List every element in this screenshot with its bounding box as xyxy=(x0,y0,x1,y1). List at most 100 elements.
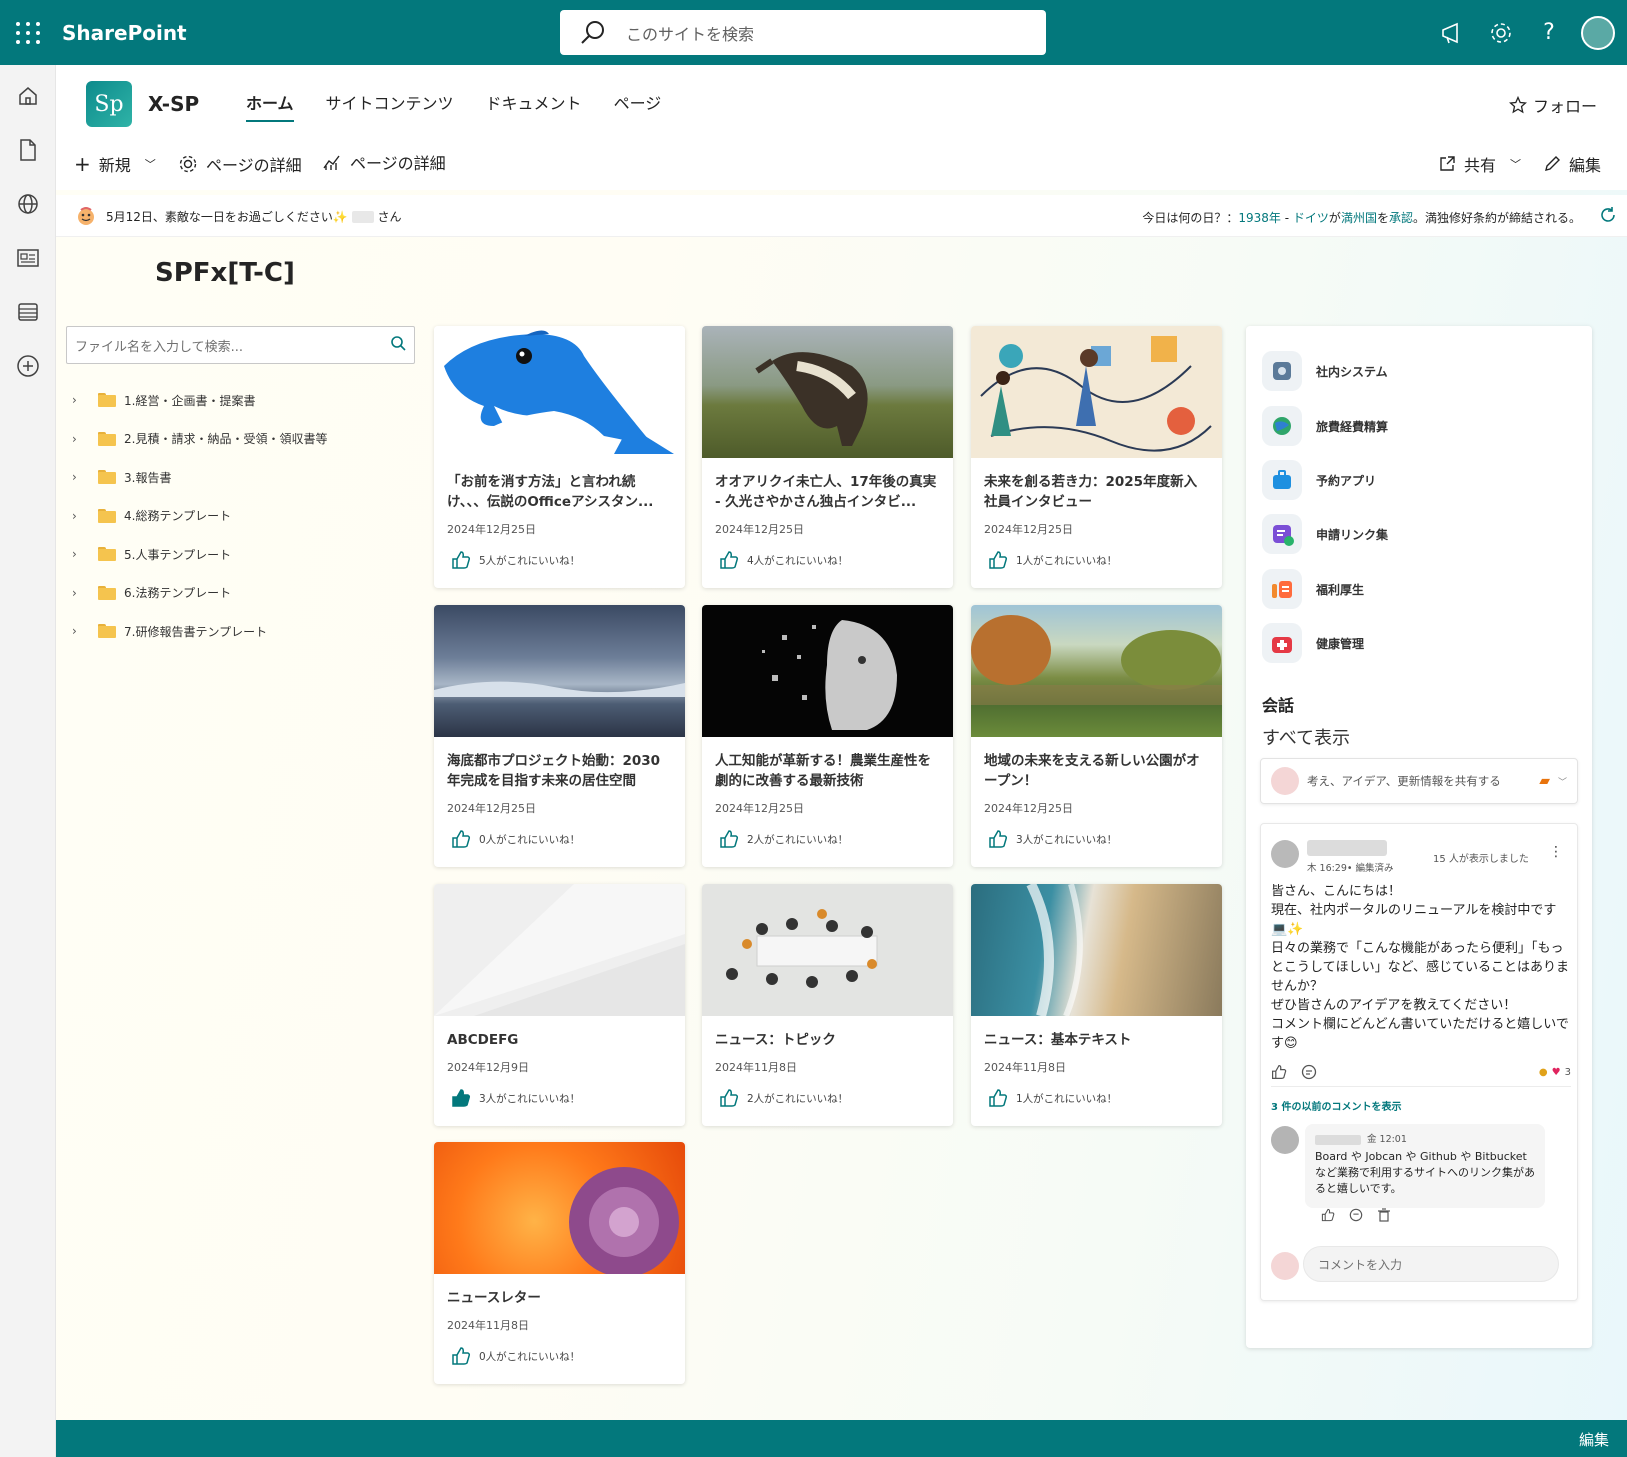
comment-input[interactable]: コメントを入力 xyxy=(1303,1246,1559,1282)
show-previous-comments-link[interactable]: 3 件の以前のコメントを表示 xyxy=(1271,1098,1401,1113)
share-thoughts-input[interactable]: 考え、アイデア、更新情報を共有する ▰ ﹀ xyxy=(1260,758,1578,804)
folder-tree-item[interactable]: › 7.研修報告書テンプレート xyxy=(72,612,327,651)
news-title[interactable]: 未来を創る若き力：2025年度新入社員インタビュー xyxy=(984,472,1209,512)
thumbs-up-icon[interactable] xyxy=(988,1089,1008,1107)
follow-button[interactable]: フォロー xyxy=(1508,93,1597,117)
news-title[interactable]: ABCDEFG xyxy=(447,1030,672,1050)
globe-icon[interactable] xyxy=(0,177,56,231)
today-country-link[interactable]: ドイツ xyxy=(1293,211,1329,225)
list-icon[interactable] xyxy=(0,285,56,339)
footer-edit-button[interactable]: 編集 xyxy=(1579,1429,1609,1450)
page-analytics-button[interactable]: ページの詳細 xyxy=(322,150,446,174)
site-search-box[interactable]: このサイトを検索 xyxy=(560,10,1046,55)
thumbs-up-icon[interactable] xyxy=(988,830,1008,848)
news-title[interactable]: ニュース：トピック xyxy=(715,1030,940,1050)
chevron-right-icon[interactable]: › xyxy=(72,624,92,638)
folder-tree-item[interactable]: › 6.法務テンプレート xyxy=(72,574,327,613)
chevron-down-icon[interactable]: ﹀ xyxy=(1558,775,1567,788)
news-title[interactable]: ニュースレター xyxy=(447,1288,672,1308)
chevron-right-icon[interactable]: › xyxy=(72,432,92,446)
thumbs-up-icon[interactable] xyxy=(451,1347,471,1365)
new-button[interactable]: + 新規 ﹀ xyxy=(74,152,156,176)
reaction-summary[interactable]: ● ♥ 3 xyxy=(1539,1067,1571,1078)
app-launcher-button[interactable] xyxy=(0,0,56,65)
news-card[interactable]: 海底都市プロジェクト始動：2030年完成を目指す未来の居住空間 2024年12月… xyxy=(434,605,685,867)
thumbs-up-icon[interactable] xyxy=(719,830,739,848)
news-card[interactable]: 地域の未来を支える新しい公園がオープン！ 2024年12月25日 3人がこれにい… xyxy=(971,605,1222,867)
news-card[interactable]: オオアリクイ未亡人、17年後の真実 - 久光さやかさん独占インタビ... 202… xyxy=(702,326,953,588)
folder-tree-item[interactable]: › 5.人事テンプレート xyxy=(72,535,327,574)
chevron-right-icon[interactable]: › xyxy=(72,586,92,600)
like-icon[interactable] xyxy=(1271,1064,1287,1080)
share-button[interactable]: 共有 ﹀ xyxy=(1438,152,1521,176)
thumbs-up-icon[interactable] xyxy=(719,1089,739,1107)
chevron-right-icon[interactable]: › xyxy=(72,509,92,523)
more-options-icon[interactable]: ⋮ xyxy=(1549,844,1563,860)
nav-home[interactable]: ホーム xyxy=(246,90,294,122)
news-card[interactable]: ニュース：基本テキスト 2024年11月8日 1人がこれにいいね！ xyxy=(971,884,1222,1126)
news-card[interactable]: 「お前を消す方法」と言われ続け、、、伝説のOfficeアシスタン... 2024… xyxy=(434,326,685,588)
reply-icon[interactable] xyxy=(1349,1208,1363,1222)
today-act-link[interactable]: 承認 xyxy=(1389,211,1413,225)
help-icon[interactable]: ? xyxy=(1525,9,1573,57)
news-icon[interactable] xyxy=(0,231,56,285)
site-logo[interactable]: Sp xyxy=(86,81,132,127)
edit-button[interactable]: 編集 xyxy=(1543,152,1601,176)
news-title[interactable]: ニュース：基本テキスト xyxy=(984,1030,1209,1050)
news-thumbnail-park xyxy=(971,605,1222,737)
folder-tree-item[interactable]: › 3.報告書 xyxy=(72,458,327,497)
site-name[interactable]: X-SP xyxy=(148,92,199,116)
globe-plane-icon xyxy=(1262,406,1302,446)
news-card[interactable]: 未来を創る若き力：2025年度新入社員インタビュー 2024年12月25日 1人… xyxy=(971,326,1222,588)
today-prefix: 今日は何の日？： xyxy=(1142,211,1239,225)
document-icon[interactable] xyxy=(0,123,56,177)
news-card[interactable]: ニュースレター 2024年11月8日 0人がこれにいいね！ xyxy=(434,1142,685,1384)
gear-icon[interactable] xyxy=(1477,9,1525,57)
chevron-right-icon[interactable]: › xyxy=(72,393,92,407)
user-avatar[interactable] xyxy=(1581,15,1615,50)
folder-tree-item[interactable]: › 4.総務テンプレート xyxy=(72,497,327,536)
folder-tree-item[interactable]: › 2.見積・請求・納品・受領・領収書等 xyxy=(72,420,327,459)
thumbs-up-icon[interactable] xyxy=(451,830,471,848)
chevron-right-icon[interactable]: › xyxy=(72,470,92,484)
quicklink-welfare[interactable]: 福利厚生 xyxy=(1262,569,1364,609)
quicklink-application-links[interactable]: 申請リンク集 xyxy=(1262,514,1388,554)
quicklink-internal-system[interactable]: 社内システム xyxy=(1262,351,1388,391)
thumbs-up-icon[interactable] xyxy=(719,551,739,569)
news-title[interactable]: オオアリクイ未亡人、17年後の真実 - 久光さやかさん独占インタビ... xyxy=(715,472,940,512)
news-title[interactable]: 人工知能が革新する！農業生産性を劇的に改善する最新技術 xyxy=(715,751,940,791)
see-all-link[interactable]: すべて表示 xyxy=(1262,724,1350,750)
refresh-icon[interactable] xyxy=(1599,206,1617,227)
megaphone-icon[interactable] xyxy=(1429,9,1477,57)
today-year-link[interactable]: 1938年 xyxy=(1238,211,1281,225)
chevron-right-icon[interactable]: › xyxy=(72,547,92,561)
nav-site-contents[interactable]: サイトコンテンツ xyxy=(326,90,454,122)
news-title[interactable]: 海底都市プロジェクト始動：2030年完成を目指す未来の居住空間 xyxy=(447,751,672,791)
app-brand[interactable]: SharePoint xyxy=(62,21,187,45)
home-icon[interactable] xyxy=(0,69,56,123)
thumbs-up-icon[interactable] xyxy=(988,551,1008,569)
quicklink-travel-expense[interactable]: 旅費経費精算 xyxy=(1262,406,1388,446)
nav-pages[interactable]: ページ xyxy=(614,90,662,122)
search-icon[interactable] xyxy=(390,335,406,355)
news-title[interactable]: 「お前を消す方法」と言われ続け、、、伝説のOfficeアシスタン... xyxy=(447,472,672,512)
comment-icon[interactable] xyxy=(1301,1064,1317,1080)
quicklink-health[interactable]: 健康管理 xyxy=(1262,623,1364,663)
page-details-button[interactable]: ページの詳細 xyxy=(178,152,302,176)
news-card[interactable]: ニュース：トピック 2024年11月8日 2人がこれにいいね！ xyxy=(702,884,953,1126)
nav-documents[interactable]: ドキュメント xyxy=(486,90,582,122)
like-icon[interactable] xyxy=(1321,1208,1335,1222)
star-icon xyxy=(1508,96,1527,114)
folder-tree-item[interactable]: › 1.経営・企画書・提案書 xyxy=(72,381,327,420)
news-title[interactable]: 地域の未来を支える新しい公園がオープン！ xyxy=(984,751,1209,791)
quicklink-booking-app[interactable]: 予約アプリ xyxy=(1262,460,1376,500)
thumbs-up-filled-icon[interactable] xyxy=(451,1089,471,1107)
add-circle-icon[interactable] xyxy=(0,339,56,393)
trash-icon[interactable] xyxy=(1377,1208,1391,1222)
file-search-input[interactable]: ファイル名を入力して検索... xyxy=(66,326,415,364)
post-type-icon[interactable]: ▰ xyxy=(1539,773,1550,789)
news-card[interactable]: 人工知能が革新する！農業生産性を劇的に改善する最新技術 2024年12月25日 … xyxy=(702,605,953,867)
thumbs-up-icon[interactable] xyxy=(451,551,471,569)
news-card[interactable]: ABCDEFG 2024年12月9日 3人がこれにいいね！ xyxy=(434,884,685,1126)
today-place-link[interactable]: 満州国 xyxy=(1341,211,1377,225)
